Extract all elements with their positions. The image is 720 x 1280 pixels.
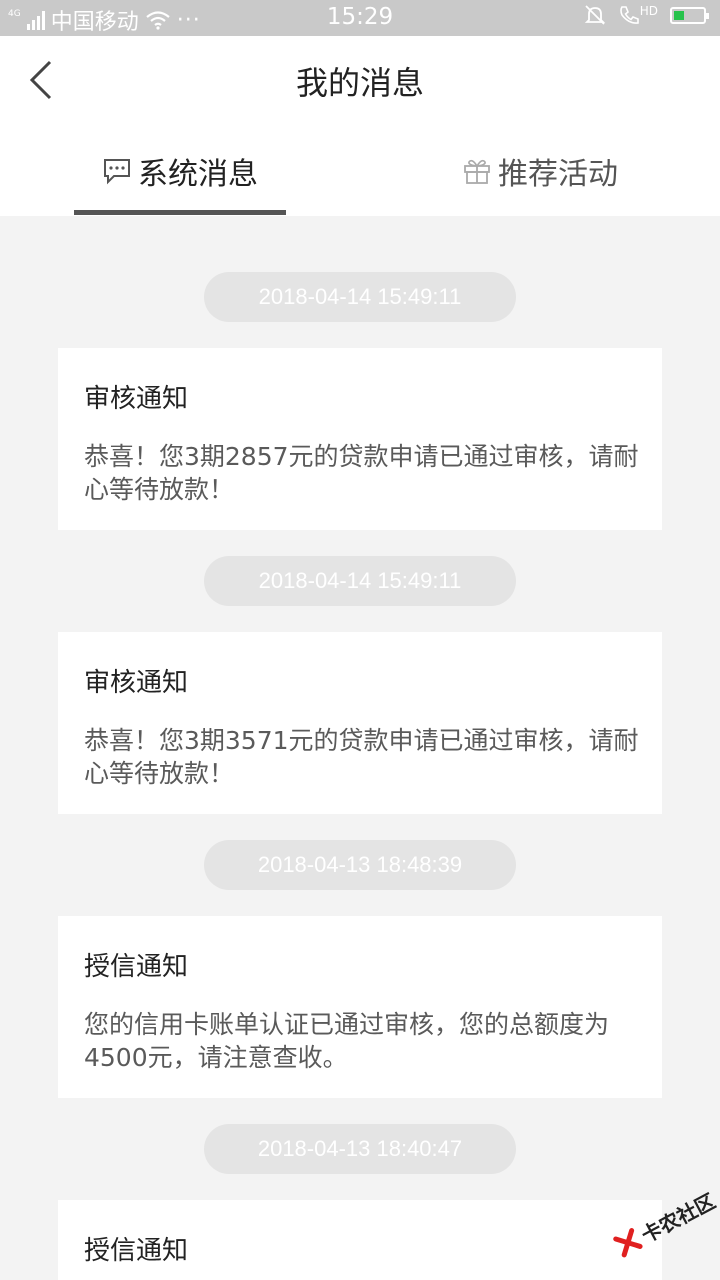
message-card[interactable]: 授信通知 您的信用卡账单认证已通过审核，您的总额度为4500元，请注意查收。 bbox=[58, 916, 662, 1098]
status-bar: 4G 中国移动 ··· 15:29 HD bbox=[0, 0, 720, 36]
message-timestamp: 2018-04-14 15:49:11 bbox=[204, 272, 516, 322]
app-header: 我的消息 bbox=[0, 36, 720, 126]
message-card[interactable]: 授信通知 bbox=[58, 1200, 662, 1280]
tab-label: 系统消息 bbox=[138, 157, 258, 192]
message-card[interactable]: 审核通知 恭喜！您3期2857元的贷款申请已通过审核，请耐心等待放款！ bbox=[58, 348, 662, 530]
message-title: 审核通知 bbox=[84, 668, 189, 698]
mute-bell-icon bbox=[584, 5, 605, 25]
hd-call-indicator: HD bbox=[618, 4, 658, 26]
message-timestamp: 2018-04-14 15:49:11 bbox=[204, 556, 516, 606]
message-timestamp: 2018-04-13 18:48:39 bbox=[204, 840, 516, 890]
status-right: HD bbox=[584, 4, 709, 26]
message-body: 恭喜！您3期3571元的贷款申请已通过审核，请耐心等待放款！ bbox=[84, 726, 639, 788]
battery-level bbox=[674, 10, 684, 20]
page-title: 我的消息 bbox=[295, 64, 424, 102]
message-title: 授信通知 bbox=[84, 952, 189, 982]
battery-icon bbox=[670, 6, 709, 24]
tab-system-messages[interactable]: 系统消息 bbox=[0, 126, 360, 216]
tab-recommended-activities[interactable]: 推荐活动 bbox=[360, 126, 720, 216]
message-card[interactable]: 审核通知 恭喜！您3期3571元的贷款申请已通过审核，请耐心等待放款！ bbox=[58, 632, 662, 814]
watermark-text: 卡农社区 bbox=[637, 1188, 720, 1248]
message-timestamp: 2018-04-13 18:40:47 bbox=[204, 1124, 516, 1174]
phone-icon bbox=[619, 6, 639, 24]
message-title: 授信通知 bbox=[84, 1236, 189, 1266]
gift-icon bbox=[464, 159, 490, 184]
hd-label: HD bbox=[639, 4, 658, 18]
tab-label: 推荐活动 bbox=[498, 157, 618, 192]
message-bubble-icon bbox=[104, 159, 130, 185]
message-body: 您的信用卡账单认证已通过审核，您的总额度为4500元，请注意查收。 bbox=[84, 1010, 610, 1072]
tab-bar: 系统消息 推荐活动 bbox=[0, 126, 720, 216]
active-tab-indicator bbox=[74, 210, 286, 215]
message-body: 恭喜！您3期2857元的贷款申请已通过审核，请耐心等待放款！ bbox=[84, 442, 639, 504]
message-title: 审核通知 bbox=[84, 384, 189, 414]
